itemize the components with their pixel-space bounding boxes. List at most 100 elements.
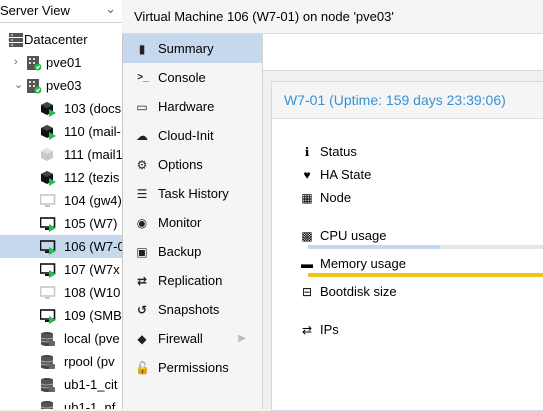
terminal-icon: >_ <box>137 72 149 83</box>
tree-item-label: 107 (W7x <box>64 262 120 277</box>
heartbeat-icon: ♥ <box>303 168 311 182</box>
tree-item[interactable]: 107 (W7x <box>0 258 122 281</box>
nav-item-label: Monitor <box>158 215 202 230</box>
tree-item-label: 106 (W7-0 <box>64 239 122 254</box>
tree-item[interactable]: ⌄Datacenter <box>0 28 122 51</box>
container-running-icon <box>40 101 56 117</box>
status-row-label: Status <box>320 144 357 159</box>
info-icon: ℹ <box>304 145 310 159</box>
tree-item-label: ub1-1_nf <box>64 400 116 409</box>
tree-item[interactable]: 109 (SMB <box>0 304 122 327</box>
status-panel-title: W7-01 (Uptime: 159 days 23:39:06) <box>284 92 506 108</box>
tree-item-label: ub1-1_cit <box>64 377 118 392</box>
tree-item-label: pve03 <box>46 78 82 93</box>
nav-item-label: Task History <box>158 186 229 201</box>
history-icon: ↺ <box>136 303 148 317</box>
status-row-label: HA State <box>320 167 372 182</box>
status-row-label: IPs <box>320 322 339 337</box>
nav-item-summary[interactable]: ▮ Summary <box>123 34 262 63</box>
status-row-label: CPU usage <box>320 228 387 243</box>
tree-item-label: 104 (gw4) <box>64 193 122 208</box>
nav-item-backup[interactable]: ▣ Backup <box>123 237 262 266</box>
tree-item[interactable]: ub1-1_cit <box>0 373 122 396</box>
tree-item[interactable]: 108 (W10 <box>0 281 122 304</box>
monitor-icon: ▭ <box>136 100 148 114</box>
node-icon <box>26 78 42 94</box>
page-title: Virtual Machine 106 (W7-01) on node 'pve… <box>134 9 394 24</box>
list-icon: ☰ <box>136 187 148 201</box>
nav-item-label: Summary <box>158 41 214 56</box>
status-row-label: Memory usage <box>320 256 406 271</box>
nav-item-cloud-init[interactable]: ☁ Cloud-Init <box>123 121 262 150</box>
cpu-usage-bar <box>308 245 543 249</box>
tree-item[interactable]: › pve01 <box>0 51 122 74</box>
expand-icon[interactable]: › <box>14 51 18 74</box>
nav-item-snapshots[interactable]: ↺ Snapshots <box>123 295 262 324</box>
storage-icon <box>40 331 56 347</box>
nav-item-firewall[interactable]: ◆ Firewall ▶ <box>123 324 262 353</box>
node-icon <box>26 55 42 71</box>
retweet-icon: ⇄ <box>136 274 148 288</box>
status-row-label: Bootdisk size <box>320 284 397 299</box>
storage-icon <box>40 354 56 370</box>
tree-item[interactable]: 112 (tezis <box>0 166 122 189</box>
building-icon: ▦ <box>301 191 313 205</box>
tree-item[interactable]: 103 (docs <box>0 97 122 120</box>
nav-item-label: Snapshots <box>158 302 220 317</box>
vm-stopped-icon <box>39 285 56 301</box>
vm-stopped-icon <box>39 193 56 209</box>
nav-item-options[interactable]: ⚙ Options <box>123 150 262 179</box>
summary-toolbar-strip <box>263 34 543 71</box>
tree-item-label: 109 (SMB <box>64 308 122 323</box>
container-stopped-icon <box>40 147 56 163</box>
status-panel-header: W7-01 (Uptime: 159 days 23:39:06) <box>272 82 543 119</box>
nav-item-hardware[interactable]: ▭ Hardware <box>123 92 262 121</box>
tree-item[interactable]: 110 (mail- <box>0 120 122 143</box>
tree-item-label: 103 (docs <box>64 101 122 116</box>
book-icon: ▮ <box>138 42 146 56</box>
shield-icon: ◆ <box>137 332 147 346</box>
tree-item[interactable]: rpool (pv <box>0 350 122 373</box>
chevron-down-icon[interactable]: ⌄ <box>105 1 116 17</box>
summary-content: W7-01 (Uptime: 159 days 23:39:06) ℹ Statu… <box>263 34 543 411</box>
tree-item-label: 110 (mail- <box>64 124 121 139</box>
tree-item[interactable]: 106 (W7-0 <box>0 235 122 258</box>
tree-item[interactable]: 105 (W7) <box>0 212 122 235</box>
memory-icon: ▬ <box>301 257 313 271</box>
container-running-icon <box>40 170 56 186</box>
vm-running-icon <box>39 308 56 324</box>
resource-tree-panel: Server View ⌄ ⌄Datacenter›pve01⌄pve03103… <box>0 0 123 409</box>
tree-item[interactable]: 104 (gw4) <box>0 189 122 212</box>
tree-item[interactable]: 111 (mail1 <box>0 143 122 166</box>
tree-item-label: 105 (W7) <box>64 216 118 231</box>
tree-item[interactable]: ⌄ pve03 <box>0 74 122 97</box>
nav-item-replication[interactable]: ⇄ Replication <box>123 266 262 295</box>
tree-item[interactable]: local (pve <box>0 327 122 350</box>
nav-item-task-history[interactable]: ☰ Task History <box>123 179 262 208</box>
vm-config-nav: ▮ Summary >_ Console ▭ Hardware ☁ Cloud-Init ⚙ Op… <box>123 34 263 409</box>
memory-usage-bar-fill <box>308 273 543 277</box>
unlock-icon: 🔓 <box>135 361 150 375</box>
view-selector[interactable]: Server View ⌄ <box>0 0 122 23</box>
cloud-icon: ☁ <box>136 129 148 143</box>
nav-item-label: Permissions <box>158 360 229 375</box>
nav-item-label: Cloud-Init <box>158 128 214 143</box>
vm-running-icon <box>39 239 56 255</box>
resource-tree: ⌄Datacenter› pve01 ⌄ pve03 103 (docs 110 (mai… <box>0 28 122 409</box>
tree-item-label: Datacenter <box>24 32 88 47</box>
collapse-icon[interactable]: ⌄ <box>14 74 23 97</box>
nav-item-console[interactable]: >_ Console <box>123 63 262 92</box>
hdd-icon: ⊟ <box>301 285 313 299</box>
vm-running-icon <box>39 216 56 232</box>
nav-item-permissions[interactable]: 🔓 Permissions <box>123 353 262 382</box>
nav-item-label: Options <box>158 157 203 172</box>
tree-item-label: local (pve <box>64 331 120 346</box>
tree-item-label: 111 (mail1 <box>64 147 122 162</box>
tree-item-label: 108 (W10 <box>64 285 121 300</box>
nav-item-monitor[interactable]: ◉ Monitor <box>123 208 262 237</box>
gear-icon: ⚙ <box>136 158 148 172</box>
vm-running-icon <box>39 262 56 278</box>
nav-item-label: Replication <box>158 273 223 288</box>
tree-item[interactable]: ub1-1_nf <box>0 396 122 409</box>
submenu-arrow-icon: ▶ <box>238 333 246 344</box>
